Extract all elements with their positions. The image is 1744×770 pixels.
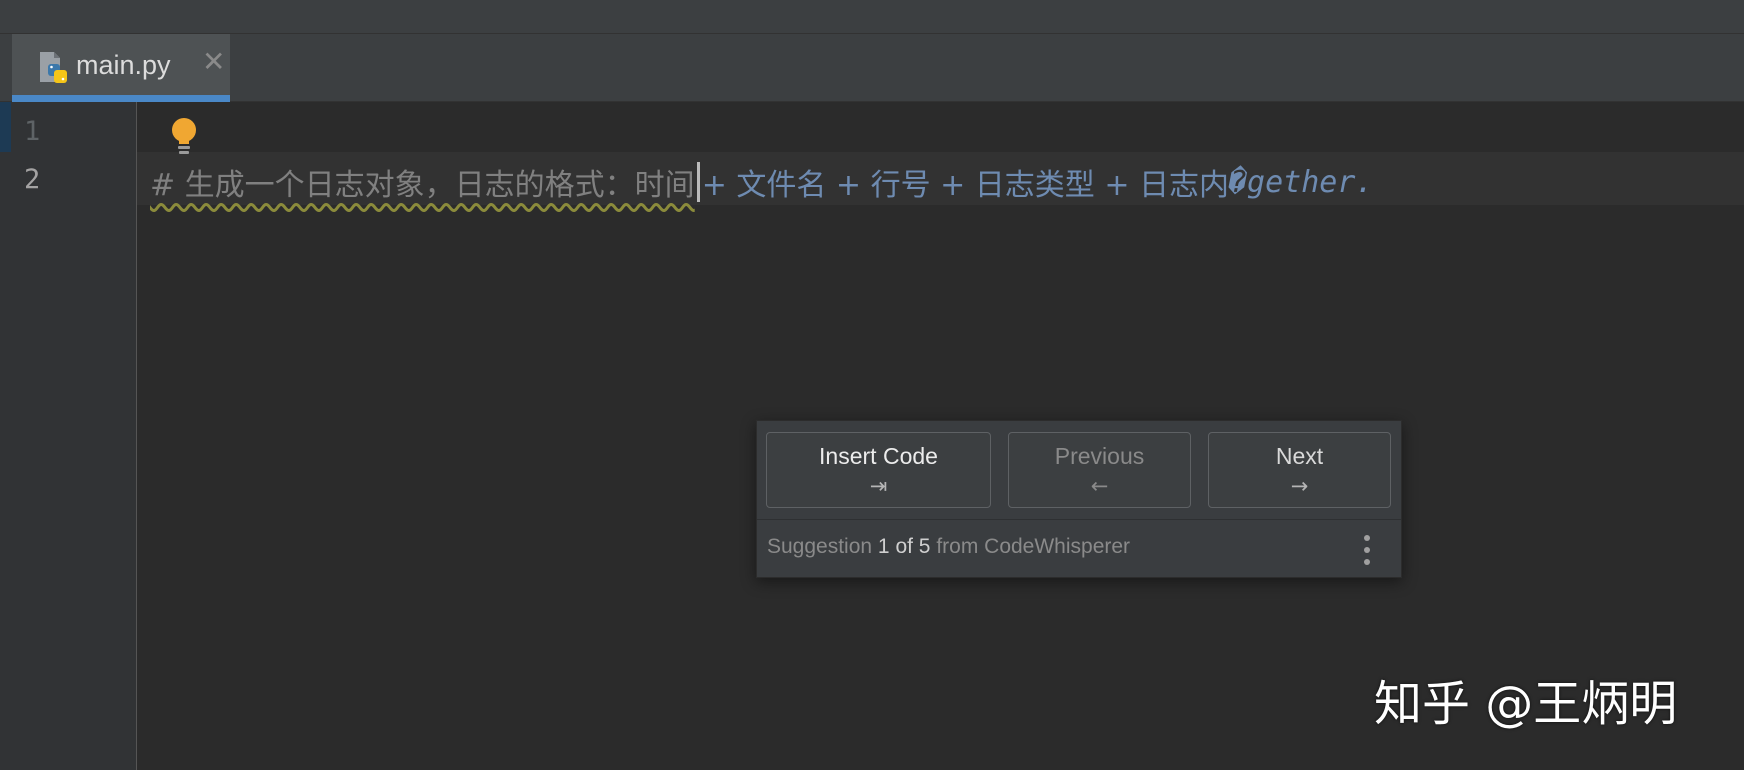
insert-code-label: Insert Code — [819, 443, 938, 469]
inline-suggestion-text: + 文件名 + 行号 + 日志类型 + 日志内 — [701, 168, 1229, 203]
editor-tab-bar: main.py ✕ — [0, 34, 1744, 102]
text-caret — [696, 162, 700, 202]
lightbulb-icon[interactable] — [168, 116, 200, 158]
line-number-1: 1 — [24, 116, 41, 147]
close-icon[interactable]: ✕ — [202, 48, 225, 76]
window-top-bar — [0, 0, 1744, 34]
arrow-left-icon: ← — [1090, 474, 1109, 498]
status-total: 5 — [918, 535, 931, 558]
inline-suggestion-tail: �gether. — [1229, 164, 1374, 200]
gutter-marker — [0, 102, 11, 152]
status-of: of — [889, 535, 919, 558]
previous-label: Previous — [1054, 443, 1145, 469]
next-label: Next — [1275, 443, 1324, 469]
code-line-2[interactable]: # 生成一个日志对象，日志的格式：时间 + 文件名 + 行号 + 日志类型 + … — [150, 162, 1374, 203]
tab-key-icon: ⇥ — [869, 474, 888, 498]
line-number-2: 2 — [24, 164, 41, 195]
status-suffix: from CodeWhisperer — [930, 535, 1131, 558]
active-tab-indicator — [12, 95, 230, 102]
status-current: 1 — [877, 535, 890, 558]
previous-button[interactable]: Previous ← — [1008, 432, 1191, 508]
tab-main-py[interactable]: main.py ✕ — [12, 34, 230, 102]
next-button[interactable]: Next → — [1208, 432, 1391, 508]
arrow-right-icon: → — [1290, 474, 1309, 498]
tab-label: main.py — [76, 50, 171, 80]
line-number-gutter — [0, 102, 136, 770]
suggestion-status: Suggestion 1 of 5 from CodeWhisperer — [767, 535, 1130, 559]
more-options-icon[interactable] — [1361, 533, 1373, 567]
popup-divider — [757, 519, 1401, 520]
status-prefix: Suggestion — [767, 535, 878, 558]
insert-code-button[interactable]: Insert Code ⇥ — [766, 432, 991, 508]
python-file-icon — [40, 52, 67, 83]
suggestion-popup: Insert Code ⇥ Previous ← Next → Suggesti… — [756, 420, 1402, 578]
code-comment: # 生成一个日志对象，日志的格式：时间 — [150, 168, 695, 203]
watermark: 知乎 @王炳明 — [1374, 676, 1678, 732]
